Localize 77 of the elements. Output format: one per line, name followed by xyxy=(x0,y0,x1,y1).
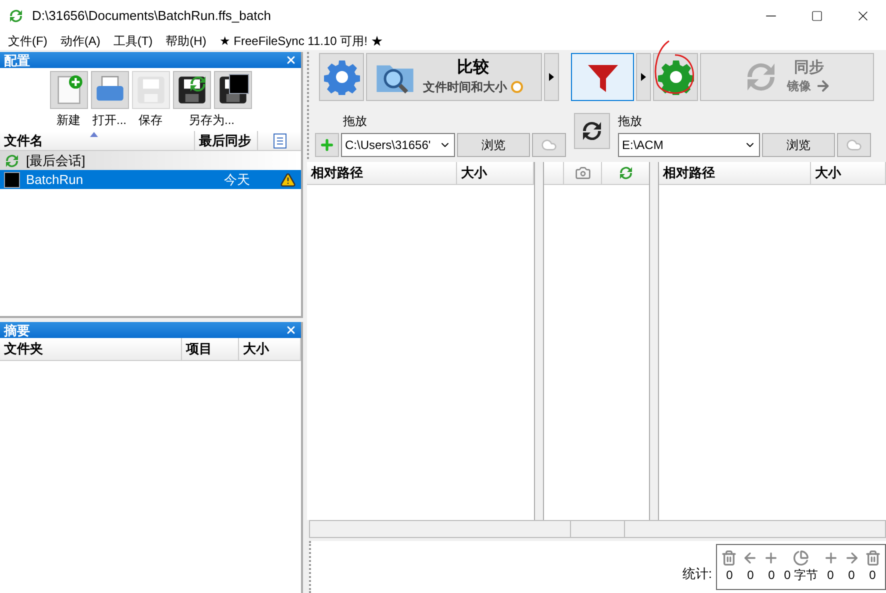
folder-path-field[interactable]: E:\ACM xyxy=(618,133,760,157)
toolbar-label: 保存 xyxy=(138,112,162,129)
stat-value: 0 xyxy=(848,567,855,584)
toolbar-button[interactable] xyxy=(214,71,252,109)
config-name: BatchRun xyxy=(26,170,84,189)
panel-title: 配置 xyxy=(4,54,30,66)
sync-title: 同步 xyxy=(793,58,825,78)
menu-item[interactable]: 工具(T) xyxy=(113,32,153,50)
column-header[interactable]: 大小 xyxy=(811,162,886,184)
camera-icon[interactable] xyxy=(574,165,590,181)
swap-button[interactable] xyxy=(574,113,610,149)
panel-title: 摘要 xyxy=(4,324,30,336)
toolbar-label: 打开... xyxy=(92,112,126,129)
sync-settings-button[interactable] xyxy=(653,53,698,101)
update-notice[interactable]: ★ FreeFileSync 11.10 可用! ★ xyxy=(219,32,383,50)
stat-value: 0 xyxy=(827,567,834,584)
folder-path-field[interactable]: C:\Users\31656' xyxy=(341,133,455,157)
menu-item[interactable]: 帮助(H) xyxy=(166,32,206,50)
sync-icon xyxy=(4,152,20,168)
trash-icon xyxy=(864,550,880,566)
plus-icon xyxy=(822,550,838,566)
floppy-terminal-icon xyxy=(216,74,248,106)
menu-item[interactable]: 文件(F) xyxy=(8,32,48,50)
column-header[interactable]: 相对路径 xyxy=(659,162,811,184)
arrow-right-icon xyxy=(844,550,860,566)
column-header[interactable]: 项目 xyxy=(182,338,239,360)
sync-icon xyxy=(618,165,634,181)
cloud-icon xyxy=(539,137,559,153)
settings-icon xyxy=(324,59,360,95)
app-icon xyxy=(8,8,24,24)
plus-icon xyxy=(319,137,335,153)
column-header[interactable]: 相对路径 xyxy=(307,162,457,184)
swap-icon xyxy=(580,119,604,143)
browse-button[interactable]: 浏览 xyxy=(457,133,530,157)
sync-icon xyxy=(188,74,208,94)
stat-value: 0 xyxy=(768,567,775,584)
column-header[interactable]: 大小 xyxy=(457,162,534,184)
window-title: D:\31656\Documents\BatchRun.ffs_batch xyxy=(32,7,272,26)
column-header[interactable]: 文件夹 xyxy=(0,338,182,360)
config-row[interactable]: BatchRun 今天 xyxy=(0,170,301,189)
config-name: [最后会话] xyxy=(26,152,86,170)
caret-icon xyxy=(549,73,554,81)
compare-subtitle: 文件时间和大小 xyxy=(423,79,507,96)
menu-item[interactable]: 动作(A) xyxy=(60,32,100,50)
stat-value: 0 xyxy=(726,567,733,584)
stat-value: 0 xyxy=(869,567,876,584)
plus-icon xyxy=(763,550,780,566)
compare-title: 比较 xyxy=(457,58,489,78)
filter-button[interactable] xyxy=(571,53,634,101)
trash-icon xyxy=(721,550,738,566)
cloud-icon xyxy=(844,137,864,153)
last-sync: 今天 xyxy=(223,170,251,189)
column-header[interactable]: 最后同步 xyxy=(195,131,258,150)
clock-icon xyxy=(511,81,523,93)
terminal-icon xyxy=(4,172,20,188)
gear-icon xyxy=(658,59,694,95)
dropdown-button[interactable] xyxy=(636,53,651,101)
stat-value: 0 xyxy=(747,567,754,584)
dropdown-button[interactable] xyxy=(544,53,559,101)
warning-icon xyxy=(280,172,296,188)
drop-label: 拖放 xyxy=(618,113,643,130)
stats-label: 统计: xyxy=(682,565,712,584)
toolbar-label: 另存为... xyxy=(188,112,235,129)
sync-subtitle: 镜像 xyxy=(787,78,811,96)
floppy-icon xyxy=(134,74,166,106)
maximize-icon[interactable] xyxy=(811,10,823,22)
column-header[interactable]: 大小 xyxy=(239,338,301,360)
toolbar-label: 新建 xyxy=(56,112,80,129)
browse-button[interactable]: 浏览 xyxy=(762,133,835,157)
stat-value: 0 字节 xyxy=(784,567,818,584)
pie-chart-icon xyxy=(792,550,809,566)
drop-label: 拖放 xyxy=(343,113,368,130)
compare-button[interactable]: 比较 文件时间和大小 xyxy=(366,53,542,101)
column-header[interactable]: 文件名 xyxy=(0,131,195,150)
settings-button[interactable] xyxy=(319,53,364,101)
list-icon[interactable] xyxy=(272,132,288,148)
caret-icon xyxy=(641,73,646,81)
